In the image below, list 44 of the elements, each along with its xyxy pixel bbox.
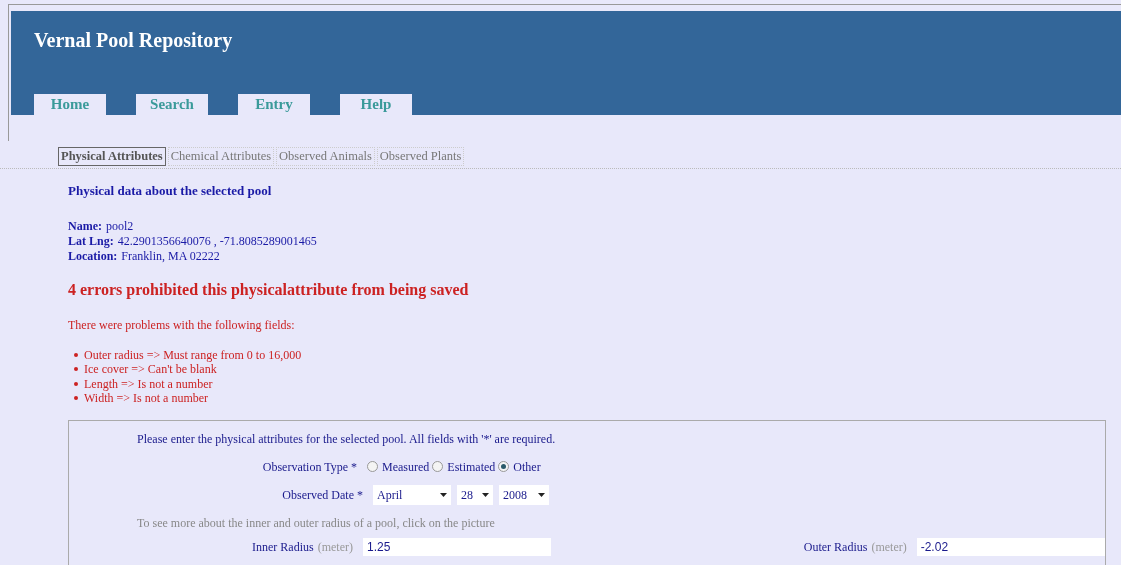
radio-button[interactable] bbox=[432, 461, 444, 472]
error-item: Length => Is not a number bbox=[84, 376, 213, 391]
error-item: Outer radius => Must range from 0 to 16,000 bbox=[84, 347, 302, 362]
detail-value: 42.2901356640076 , -71.8085289001465 bbox=[117, 233, 317, 249]
site-title: Vernal Pool Repository bbox=[34, 28, 234, 54]
field-label: Observed Date * bbox=[281, 486, 364, 504]
outer-radius-field[interactable]: -2.02 bbox=[916, 537, 1105, 556]
month-select[interactable]: April bbox=[373, 484, 451, 505]
bullet-icon bbox=[74, 352, 78, 357]
detail-label: Location: bbox=[68, 248, 118, 264]
unit-label: (meter) bbox=[317, 538, 353, 556]
error-item: Width => Is not a number bbox=[84, 391, 209, 406]
radio-option[interactable]: Estimated bbox=[432, 457, 496, 476]
error-title: 4 errors prohibited this physicalattribute from being saved bbox=[68, 279, 470, 301]
caret-icon bbox=[482, 492, 489, 497]
error-item: Ice cover => Can't be blank bbox=[84, 362, 217, 377]
year-select[interactable]: 2008 bbox=[499, 484, 549, 505]
field-label: Inner Radius bbox=[252, 538, 314, 556]
detail-value: pool2 bbox=[106, 218, 134, 234]
unit-label: (meter) bbox=[871, 538, 907, 556]
form-instructions: Please enter the physical attributes for the selected pool. All fields with '*' are required. bbox=[137, 430, 557, 448]
field-label: Outer Radius bbox=[803, 538, 868, 556]
radio-option[interactable]: Other bbox=[498, 457, 541, 476]
bullet-icon bbox=[74, 381, 78, 386]
radio-button[interactable] bbox=[367, 461, 378, 472]
detail-label: Name: bbox=[68, 218, 102, 234]
section-heading: Physical data about the selected pool bbox=[68, 182, 273, 200]
bullet-icon bbox=[74, 367, 78, 372]
radius-hint: To see more about the inner and outer radius of a pool, click on the picture bbox=[137, 514, 496, 532]
inner-radius-field[interactable]: 1.25 bbox=[363, 537, 552, 556]
field-label: Observation Type * bbox=[261, 458, 358, 476]
tab[interactable]: Observed Plants bbox=[376, 147, 465, 166]
tab[interactable]: Chemical Attributes bbox=[167, 147, 275, 166]
caret-icon bbox=[538, 492, 545, 497]
error-intro: There were problems with the following fields: bbox=[68, 316, 296, 334]
detail-value: Franklin, MA 02222 bbox=[121, 248, 220, 264]
detail-label: Lat Lng: bbox=[68, 233, 114, 249]
bullet-icon bbox=[74, 396, 78, 401]
radio-option[interactable]: Measured bbox=[367, 457, 430, 476]
caret-icon bbox=[440, 492, 447, 497]
tab[interactable]: Observed Animals bbox=[276, 147, 375, 166]
tab[interactable]: Physical Attributes bbox=[58, 147, 166, 166]
day-select[interactable]: 28 bbox=[457, 484, 493, 505]
radio-button[interactable] bbox=[498, 461, 510, 472]
